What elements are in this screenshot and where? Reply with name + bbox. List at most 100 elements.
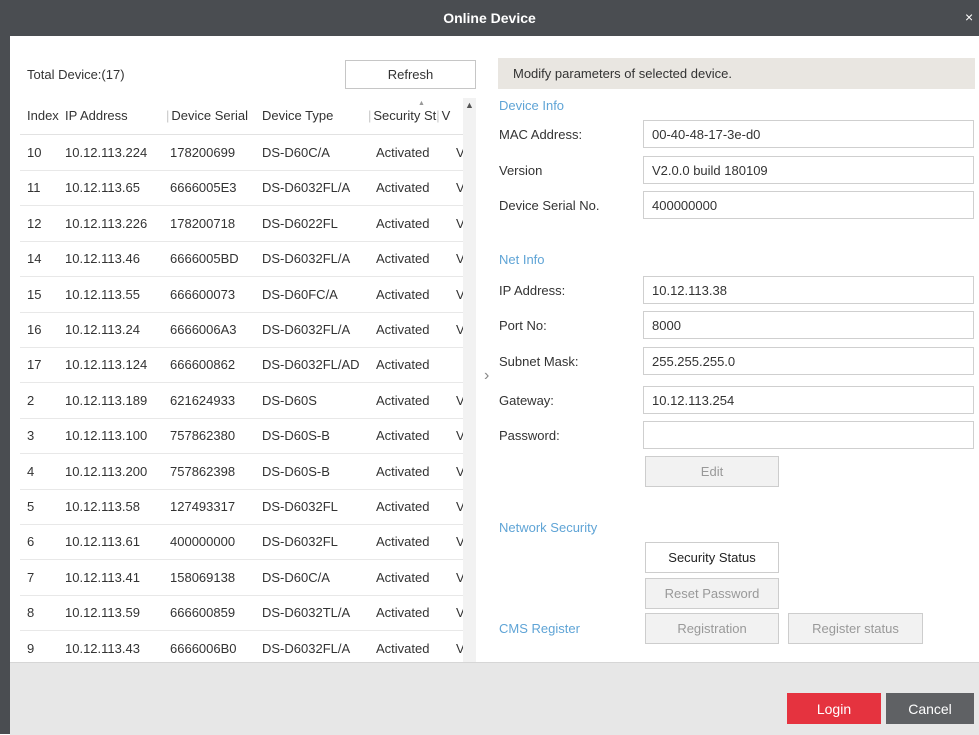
register-status-button[interactable]: Register status [788,613,923,644]
table-row[interactable]: 14 10.12.113.46 6666005BD DS-D6032FL/A Activ… [20,241,470,278]
cell-type: DS-D6032FL/A [262,251,351,267]
cell-index: 10 [27,145,42,160]
column-header-ip[interactable]: IP Address [65,108,165,123]
cell-security: Activated [376,640,430,656]
cell-security: Activated [376,180,430,196]
cell-index: 11 [27,180,41,196]
column-header-serial-label: Device Serial [171,108,248,123]
cancel-button[interactable]: Cancel [886,693,974,724]
cell-type: DS-D60S-B [262,463,330,479]
cell-type: DS-D6032FL/AD [262,357,360,373]
table-row[interactable]: 2 10.12.113.189 621624933 DS-D60S Activated V [20,383,470,419]
vertical-scrollbar[interactable]: ▲ ▼ [463,98,476,672]
subnet-mask-field[interactable] [643,347,974,375]
column-header-type[interactable]: Device Type [262,108,367,123]
dialog-footer: Login Cancel [10,662,979,735]
table-row[interactable]: 4 10.12.113.200 757862398 DS-D60S-B Activate… [20,454,470,490]
device-table: Index IP Address | Device Serial Device T… [20,98,470,695]
total-device-label: Total Device:(17) [27,67,125,82]
device-serial-field[interactable] [643,191,974,219]
table-row[interactable]: 10 10.12.113.224 178200699 DS-D60C/A Activat… [20,135,470,171]
gateway-field[interactable] [643,386,974,414]
column-header-security[interactable]: | Security St| V [368,108,463,123]
cell-ip: 10.12.113.200 [65,463,148,479]
network-security-title: Network Security [499,520,598,535]
cell-serial: 621624933 [170,392,236,408]
column-header-serial[interactable]: | Device Serial [166,108,261,123]
table-row[interactable]: 17 10.12.113.124 666600862 DS-D6032FL/AD Act… [20,347,470,384]
cell-type: DS-D6022FL [262,215,338,231]
subnet-mask-label: Subnet Mask: [499,354,579,369]
cell-index: 15 [27,286,42,302]
registration-button[interactable]: Registration [645,613,779,644]
cell-type: DS-D60S-B [262,428,330,444]
reset-password-button[interactable]: Reset Password [645,578,779,609]
cell-serial: 6666006A3 [170,322,237,337]
cell-security: Activated [376,357,430,373]
gateway-label: Gateway: [499,393,554,408]
cell-ip: 10.12.113.226 [65,215,148,231]
cell-type: DS-D60FC/A [262,286,338,302]
port-field[interactable] [643,311,974,339]
version-field[interactable] [643,156,974,184]
cell-ip: 10.12.113.41 [65,569,140,585]
cell-index: 6 [27,534,35,550]
table-row[interactable]: 6 10.12.113.61 400000000 DS-D6032FL Activate… [20,524,470,561]
edit-button[interactable]: Edit [645,456,779,487]
table-row[interactable]: 11 10.12.113.65 6666005E3 DS-D6032FL/A Activ… [20,170,470,207]
login-button[interactable]: Login [787,693,881,724]
close-icon[interactable]: × [965,9,979,25]
cell-index: 7 [27,569,35,585]
sort-ascending-icon: ▲ [418,100,425,107]
table-row[interactable]: 7 10.12.113.41 158069138 DS-D60C/A Activated… [20,560,470,596]
table-header: Index IP Address | Device Serial Device T… [20,98,470,135]
cell-ip: 10.12.113.189 [65,392,148,408]
cell-ip: 10.12.113.224 [65,145,148,160]
cell-security: Activated [376,322,430,337]
cell-type: DS-D6032FL [262,499,338,514]
table-row[interactable]: 3 10.12.113.100 757862380 DS-D60S-B Activate… [20,418,470,455]
table-row[interactable]: 12 10.12.113.226 178200718 DS-D6022FL Activa… [20,206,470,242]
cell-ip: 10.12.113.24 [65,322,140,337]
cell-index: 4 [27,463,35,479]
mac-address-label: MAC Address: [499,127,583,142]
cell-type: DS-D6032FL/A [262,180,351,196]
table-row[interactable]: 16 10.12.113.24 6666006A3 DS-D6032FL/A Activ… [20,312,470,348]
cell-security: Activated [376,286,430,302]
cell-security: Activated [376,534,430,550]
table-row[interactable]: 8 10.12.113.59 666600859 DS-D6032TL/A Activa… [20,595,470,632]
ip-address-field[interactable] [643,276,974,304]
cell-security: Activated [376,215,430,231]
scroll-up-icon[interactable]: ▲ [465,100,474,110]
cell-security: Activated [376,392,430,408]
cell-index: 9 [27,640,35,656]
password-field[interactable] [643,421,974,449]
table-row[interactable]: 5 10.12.113.58 127493317 DS-D6032FL Activate… [20,489,470,525]
cell-serial: 178200718 [170,215,236,231]
cell-type: DS-D60C/A [262,145,330,160]
column-header-index[interactable]: Index [27,108,65,123]
mac-address-field[interactable] [643,120,974,148]
cell-ip: 10.12.113.55 [65,286,140,302]
cell-type: DS-D6032FL [262,534,338,550]
cell-serial: 178200699 [170,145,236,160]
cell-index: 14 [27,251,42,267]
cell-type: DS-D6032FL/A [262,322,351,337]
cell-serial: 158069138 [170,569,236,585]
cell-ip: 10.12.113.100 [65,428,148,444]
security-status-button[interactable]: Security Status [645,542,779,573]
cell-type: DS-D60C/A [262,569,330,585]
cell-security: Activated [376,605,430,621]
cell-index: 5 [27,499,35,514]
title-bar: Online Device × [0,0,979,36]
cell-serial: 6666005BD [170,251,239,267]
cell-serial: 666600073 [170,286,236,302]
cell-serial: 6666005E3 [170,180,237,196]
table-row[interactable]: 15 10.12.113.55 666600073 DS-D60FC/A Activat… [20,277,470,313]
collapse-panel-chevron-icon[interactable]: › [484,367,496,395]
column-header-v-label: V [441,108,451,123]
cell-security: Activated [376,463,430,479]
refresh-button[interactable]: Refresh [345,60,476,89]
cell-serial: 6666006B0 [170,640,237,656]
ip-address-label: IP Address: [499,283,566,298]
